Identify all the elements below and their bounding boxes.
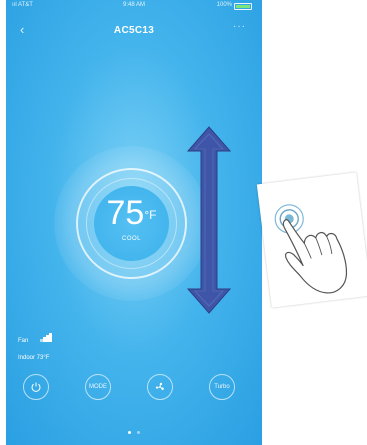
- fan-button[interactable]: [147, 374, 173, 400]
- fan-icon: [155, 382, 164, 391]
- fan-level-icon: [40, 332, 52, 342]
- battery-icon: [234, 3, 252, 10]
- turbo-button[interactable]: Turbo: [209, 374, 235, 400]
- fan-label: Fan: [18, 338, 29, 344]
- status-bar: ııl AT&T 9:48 AM 100%: [6, 0, 262, 12]
- mode-button-label: MODE: [89, 384, 107, 390]
- indoor-temperature: Indoor 73°F: [18, 355, 50, 361]
- hand-tap-icon: [274, 204, 348, 294]
- temperature-readout: 75°F: [99, 196, 164, 230]
- more-dots-icon[interactable]: ···: [233, 21, 246, 32]
- nav-bar: ‹ AC5C13 ···: [6, 21, 262, 42]
- power-button[interactable]: [23, 374, 49, 400]
- power-icon: [31, 382, 41, 392]
- page-indicator: [6, 421, 262, 439]
- battery-percent: 100%: [216, 2, 232, 8]
- temperature-unit: °F: [144, 208, 157, 222]
- page-title: AC5C13: [113, 25, 155, 36]
- page-dot-active[interactable]: [127, 431, 131, 434]
- temperature-value: 75: [106, 194, 145, 232]
- mode-button[interactable]: MODE: [85, 374, 111, 400]
- page-dot[interactable]: [137, 431, 141, 434]
- double-arrow-vertical: [186, 126, 232, 314]
- gesture-card: [256, 172, 367, 308]
- mode-label: COOL: [121, 236, 141, 242]
- turbo-button-label: Turbo: [214, 384, 230, 390]
